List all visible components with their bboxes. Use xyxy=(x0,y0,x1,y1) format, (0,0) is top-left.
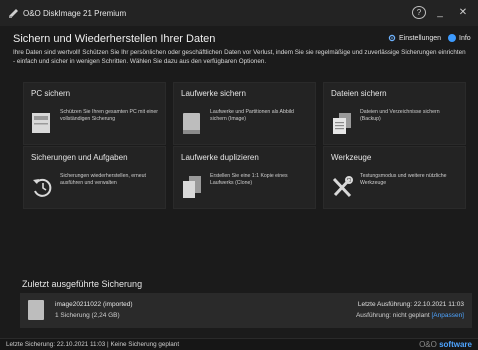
settings-label: Einstellungen xyxy=(399,34,442,42)
drive-icon xyxy=(28,300,44,320)
backup-name: image20211022 (imported) xyxy=(55,301,133,308)
help-button[interactable]: ? xyxy=(412,6,426,19)
card-title: Laufwerke duplizieren xyxy=(181,153,259,162)
app-title: O&O DiskImage 21 Premium xyxy=(23,9,127,18)
card-title: Sicherungen und Aufgaben xyxy=(31,153,128,162)
card-duplicate-drives[interactable]: Laufwerke duplizieren Erstellen Sie eine… xyxy=(173,146,316,209)
pc-icon xyxy=(32,113,50,133)
files-icon xyxy=(333,113,351,134)
backup-count: 1 Sicherung (2,24 GB) xyxy=(55,312,120,319)
card-desc: Schützen Sie Ihren gesamten PC mit einer… xyxy=(60,109,159,122)
card-title: Werkzeuge xyxy=(331,153,372,162)
last-run: Letzte Ausführung: 22.10.2021 11:03 xyxy=(357,301,464,308)
info-label: Info xyxy=(459,34,471,42)
intro-text: Ihre Daten sind wertvoll! Schützen Sie I… xyxy=(13,49,466,65)
settings-button[interactable]: Einstellungen xyxy=(388,34,441,42)
card-desc: Dateien und Verzeichnisse sichern (Backu… xyxy=(360,109,440,122)
minimize-button[interactable]: _ xyxy=(433,4,447,22)
close-button[interactable]: ✕ xyxy=(456,4,470,22)
brand-logo: O&O software xyxy=(419,340,472,349)
duplicate-icon xyxy=(183,176,201,198)
brand-name: software xyxy=(439,340,472,349)
status-text: Letzte Sicherung: 22.10.2021 11:03 | Kei… xyxy=(6,341,180,348)
gear-icon xyxy=(388,34,396,42)
restore-icon xyxy=(33,178,52,197)
card-desc: Sicherungen wiederherstellen, erneut aus… xyxy=(60,173,146,186)
card-files-backup[interactable]: Dateien sichern Dateien und Verzeichniss… xyxy=(323,82,466,145)
page-title: Sichern und Wiederherstellen Ihrer Daten xyxy=(13,33,216,45)
card-tools[interactable]: Werkzeuge Testungsmodus und weitere nütz… xyxy=(323,146,466,209)
card-title: Dateien sichern xyxy=(331,89,387,98)
card-desc: Erstellen Sie eine 1:1 Kopie eines Laufw… xyxy=(210,173,288,186)
card-pc-backup[interactable]: PC sichern Schützen Sie Ihren gesamten P… xyxy=(23,82,166,145)
recent-backup-item[interactable]: image20211022 (imported) 1 Sicherung (2,… xyxy=(20,293,472,328)
tools-icon xyxy=(332,176,353,198)
card-title: PC sichern xyxy=(31,89,71,98)
status-bar: Letzte Sicherung: 22.10.2021 11:03 | Kei… xyxy=(0,338,478,350)
recent-section-title: Zuletzt ausgeführte Sicherung xyxy=(22,279,143,289)
drive-icon xyxy=(183,113,200,134)
card-drive-backup[interactable]: Laufwerke sichern Laufwerke und Partitio… xyxy=(173,82,316,145)
info-button[interactable]: Info xyxy=(448,34,471,42)
adjust-schedule-link[interactable]: [Anpassen] xyxy=(431,312,464,319)
card-backups-tasks[interactable]: Sicherungen und Aufgaben Sicherungen wie… xyxy=(23,146,166,209)
brand-prefix: O&O xyxy=(419,340,437,349)
info-icon xyxy=(448,34,456,42)
title-bar: O&O DiskImage 21 Premium ? _ ✕ xyxy=(0,0,478,26)
card-desc: Laufwerke und Partitionen als Abbild sic… xyxy=(210,109,294,122)
schedule-info: Ausführung: nicht geplant [Anpassen] xyxy=(356,312,464,319)
card-title: Laufwerke sichern xyxy=(181,89,246,98)
app-logo-icon xyxy=(9,9,18,18)
schedule-text: Ausführung: nicht geplant xyxy=(355,312,430,319)
card-desc: Testungsmodus und weitere nützliche Werk… xyxy=(360,173,447,186)
